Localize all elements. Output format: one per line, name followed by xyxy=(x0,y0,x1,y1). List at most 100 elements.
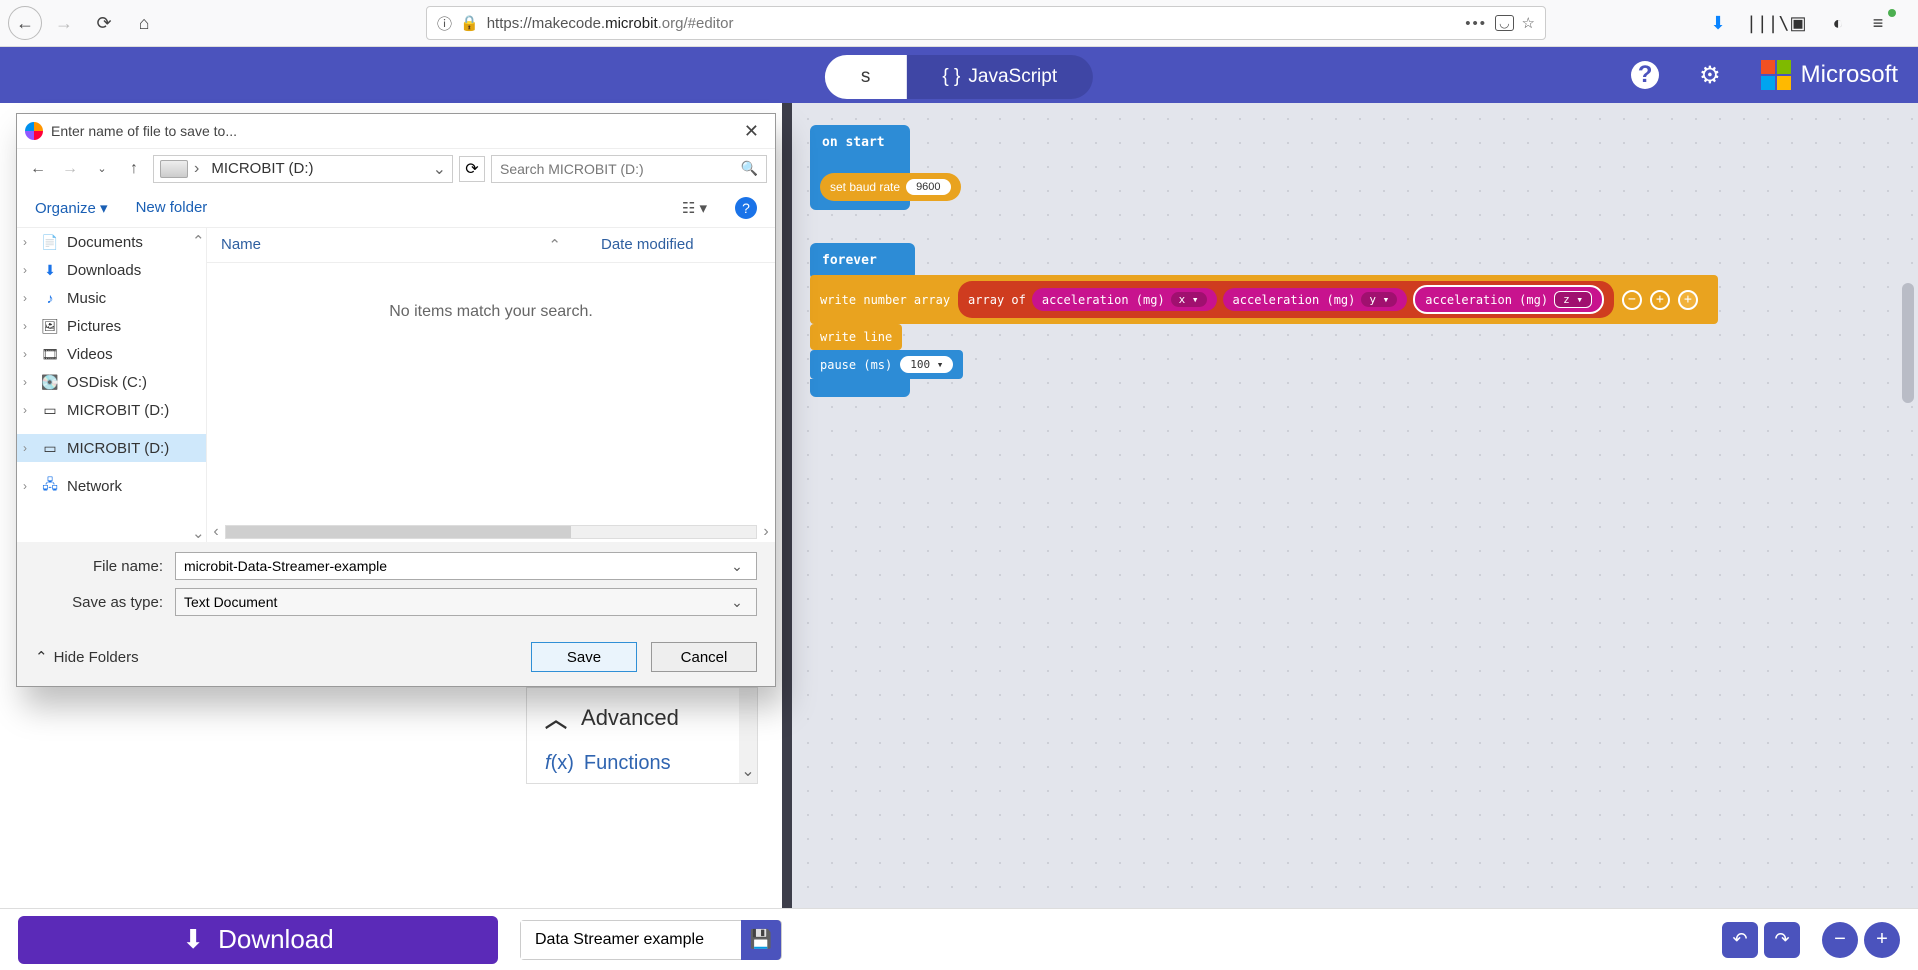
breadcrumb-current[interactable]: MICROBIT (D:) xyxy=(205,160,319,177)
bottom-bar: ⬇ Download 💾 ↶ ↷ − + xyxy=(0,908,1918,970)
settings-icon[interactable]: ⚙ xyxy=(1699,61,1721,90)
profile-icon[interactable]: ◐ xyxy=(1826,13,1850,34)
tree-pictures[interactable]: ›🖼Pictures xyxy=(17,312,206,340)
save-button[interactable]: Save xyxy=(531,642,637,672)
pause-value[interactable]: 100 ▾ xyxy=(900,356,953,373)
col-date[interactable]: Date modified xyxy=(601,236,761,254)
back-button[interactable]: ← xyxy=(8,6,42,40)
sidebar-icon[interactable]: ▣ xyxy=(1786,13,1810,34)
forever-body: write number array array of acceleration… xyxy=(810,275,1718,397)
documents-icon: 📄 xyxy=(41,233,59,251)
drive-icon-1: ▭ xyxy=(41,401,59,419)
project-name-input[interactable] xyxy=(521,921,741,959)
tree-scrollbar[interactable]: ⌃⌄ xyxy=(190,228,206,542)
organize-button[interactable]: Organize ▾ xyxy=(35,199,108,217)
file-name-label: File name: xyxy=(35,558,175,575)
drive-icon xyxy=(160,160,188,178)
search-icon: 🔍 xyxy=(741,160,758,177)
url-bar[interactable]: ⓘ 🔒 https://makecode.microbit.org/#edito… xyxy=(426,6,1546,40)
drive-icon-2: ▭ xyxy=(41,439,59,457)
tree-music[interactable]: ›♪Music xyxy=(17,284,206,312)
empty-message: No items match your search. xyxy=(207,263,775,522)
bookmark-icon[interactable]: ☆ xyxy=(1522,14,1535,32)
advanced-toggle[interactable]: ︿ Advanced xyxy=(527,688,757,748)
microsoft-logo-icon xyxy=(1761,60,1791,90)
accel-z-dd[interactable]: z ▾ xyxy=(1554,291,1592,308)
folder-tree: ›📄Documents ›⬇Downloads ›♪Music ›🖼Pictur… xyxy=(17,228,207,542)
view-options-button[interactable]: ☷ ▾ xyxy=(682,199,707,217)
accel-y[interactable]: acceleration (mg) y ▾ xyxy=(1223,288,1408,311)
dialog-up-button[interactable]: ↑ xyxy=(121,156,147,182)
download-button[interactable]: ⬇ Download xyxy=(18,916,498,964)
redo-button[interactable]: ↷ xyxy=(1764,922,1800,958)
save-as-type-combo[interactable]: Text Document ⌄ xyxy=(175,588,757,616)
toolbox-scrollbar[interactable]: ⌄ xyxy=(739,688,757,783)
tree-microbit-1[interactable]: ›▭MICROBIT (D:) xyxy=(17,396,206,424)
accel-z[interactable]: acceleration (mg) z ▾ xyxy=(1413,285,1604,314)
disk-icon: 💽 xyxy=(41,373,59,391)
new-folder-button[interactable]: New folder xyxy=(136,199,208,216)
forever-label: forever xyxy=(822,253,903,268)
tree-network[interactable]: ›🖧Network xyxy=(17,472,206,500)
array-add-btn[interactable]: + xyxy=(1650,290,1670,310)
more-icon[interactable]: ••• xyxy=(1465,15,1487,32)
file-name-dropdown[interactable]: ⌄ xyxy=(726,558,748,575)
dialog-recent-button[interactable]: ⌄ xyxy=(89,156,115,182)
microsoft-brand[interactable]: Microsoft xyxy=(1761,60,1898,90)
save-as-type-dropdown[interactable]: ⌄ xyxy=(726,594,748,611)
cancel-button[interactable]: Cancel xyxy=(651,642,757,672)
dialog-forward-button[interactable]: → xyxy=(57,156,83,182)
save-project-button[interactable]: 💾 xyxy=(741,920,781,960)
dialog-back-button[interactable]: ← xyxy=(25,156,51,182)
dialog-search-input[interactable]: Search MICROBIT (D:) 🔍 xyxy=(491,155,767,183)
browser-right-icons: ⬇ |||\ ▣ ◐ ≡ xyxy=(1706,13,1910,34)
blocks-workspace[interactable]: on start set baud rate 9600 forever writ… xyxy=(782,103,1918,908)
videos-icon: 🎞 xyxy=(41,345,59,363)
breadcrumb-dropdown[interactable]: ⌄ xyxy=(433,159,446,179)
library-icon[interactable]: |||\ xyxy=(1746,13,1770,34)
undo-button[interactable]: ↶ xyxy=(1722,922,1758,958)
tree-microbit-2[interactable]: ›▭MICROBIT (D:) xyxy=(17,434,206,462)
array-remove-btn[interactable]: − xyxy=(1622,290,1642,310)
tree-osdisk[interactable]: ›💽OSDisk (C:) xyxy=(17,368,206,396)
tab-blocks[interactable]: s xyxy=(825,55,907,99)
tree-videos[interactable]: ›🎞Videos xyxy=(17,340,206,368)
reader-icon[interactable]: ◡ xyxy=(1495,15,1513,31)
tab-javascript[interactable]: { } JavaScript xyxy=(906,55,1093,99)
block-set-baud-rate[interactable]: set baud rate 9600 xyxy=(820,173,961,201)
forward-button[interactable]: → xyxy=(46,5,82,41)
array-add-btn-2[interactable]: + xyxy=(1678,290,1698,310)
tree-downloads[interactable]: ›⬇Downloads xyxy=(17,256,206,284)
dialog-close-button[interactable]: ✕ xyxy=(736,117,767,146)
downloads-icon[interactable]: ⬇ xyxy=(1706,13,1730,34)
block-pause[interactable]: pause (ms) 100 ▾ xyxy=(810,350,963,379)
file-name-input[interactable] xyxy=(184,558,726,574)
dialog-refresh-button[interactable]: ⟳ xyxy=(459,156,485,182)
block-write-number-array[interactable]: write number array array of acceleration… xyxy=(810,275,1718,324)
accel-x-dd[interactable]: x ▾ xyxy=(1171,292,1207,307)
menu-icon[interactable]: ≡ xyxy=(1866,13,1890,34)
help-icon[interactable]: ? xyxy=(1631,61,1659,89)
workspace-scrollbar[interactable] xyxy=(1902,283,1914,403)
hide-folders-toggle[interactable]: ⌃ Hide Folders xyxy=(35,648,139,666)
tree-documents[interactable]: ›📄Documents xyxy=(17,228,206,256)
dialog-nav: ← → ⌄ ↑ › MICROBIT (D:) ⌄ ⟳ Search MICRO… xyxy=(17,148,775,188)
dialog-breadcrumb[interactable]: › MICROBIT (D:) ⌄ xyxy=(153,155,453,183)
toolbox-functions[interactable]: f(x) Functions xyxy=(527,748,757,783)
accel-y-dd[interactable]: y ▾ xyxy=(1361,292,1397,307)
array-of-pill: array of acceleration (mg) x ▾ accelerat… xyxy=(958,281,1614,318)
col-name[interactable]: Name ⌃ xyxy=(221,236,601,254)
dialog-help-button[interactable]: ? xyxy=(735,197,757,219)
functions-label: Functions xyxy=(584,752,671,775)
reload-button[interactable]: ⟳ xyxy=(86,5,122,41)
baud-value[interactable]: 9600 xyxy=(906,179,950,195)
toolbox-scroll-down[interactable]: ⌄ xyxy=(741,763,755,779)
home-button[interactable]: ⌂ xyxy=(126,5,162,41)
zoom-out-button[interactable]: − xyxy=(1822,922,1858,958)
advanced-label: Advanced xyxy=(581,705,679,731)
accel-x[interactable]: acceleration (mg) x ▾ xyxy=(1032,288,1217,311)
zoom-in-button[interactable]: + xyxy=(1864,922,1900,958)
lock-icon: 🔒 xyxy=(460,14,479,32)
file-pane-hscroll[interactable]: ‹ › xyxy=(207,522,775,542)
block-write-line[interactable]: write line xyxy=(810,324,902,350)
